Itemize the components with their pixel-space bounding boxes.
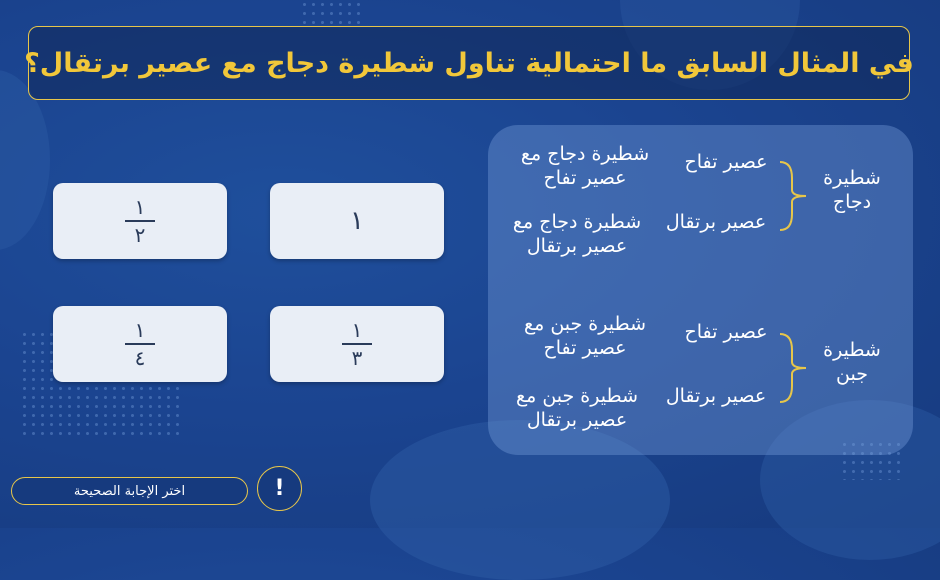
tree-juice-label: عصير برتقال [665, 385, 767, 407]
tree-outcome-label: شطيرة جبن مع عصير برتقال [516, 385, 638, 431]
instruction-pill: اختر الإجابة الصحيحة [11, 477, 248, 505]
answer-option-one-third[interactable]: ١ ٣ [270, 306, 444, 382]
tree-outcome-label: شطيرة دجاج مع عصير تفاح [520, 143, 650, 189]
hint-button[interactable]: ! [257, 466, 302, 511]
tree-root-label: شطيرة دجاج [823, 167, 881, 213]
fraction-bar [125, 220, 155, 222]
fraction-bar [342, 343, 372, 345]
answer-option-one-half[interactable]: ١ ٢ [53, 183, 227, 259]
fraction: ١ ٢ [125, 196, 155, 246]
tree-outcome-label: شطيرة دجاج مع عصير برتقال [512, 211, 642, 257]
fraction-denominator: ٤ [134, 346, 146, 370]
tree-root-label: شطيرة جبن [823, 339, 881, 385]
fraction-denominator: ٣ [351, 346, 363, 370]
fraction-numerator: ١ [351, 318, 363, 342]
question-banner: في المثال السابق ما احتمالية تناول شطيرة… [24, 26, 914, 100]
fraction: ١ ٣ [342, 319, 372, 369]
tree-juice-label: عصير تفاح [684, 151, 768, 173]
tree-juice-label: عصير تفاح [684, 321, 768, 343]
brace-icon [779, 333, 807, 403]
answer-option-one-quarter[interactable]: ١ ٤ [53, 306, 227, 382]
answer-value: ١ [350, 206, 364, 236]
instruction-text: اختر الإجابة الصحيحة [73, 483, 186, 499]
tree-outcome-label: شطيرة جبن مع عصير تفاح [524, 313, 646, 359]
exclamation-icon: ! [274, 476, 285, 501]
fraction-numerator: ١ [134, 318, 146, 342]
tree-juice-label: عصير برتقال [665, 211, 767, 233]
fraction-bar [125, 343, 155, 345]
question-text: في المثال السابق ما احتمالية تناول شطيرة… [24, 47, 914, 79]
fraction: ١ ٤ [125, 319, 155, 369]
fraction-numerator: ١ [134, 195, 146, 219]
fraction-denominator: ٢ [134, 223, 146, 247]
answer-option-one[interactable]: ١ [270, 183, 444, 259]
brace-icon [779, 161, 807, 231]
